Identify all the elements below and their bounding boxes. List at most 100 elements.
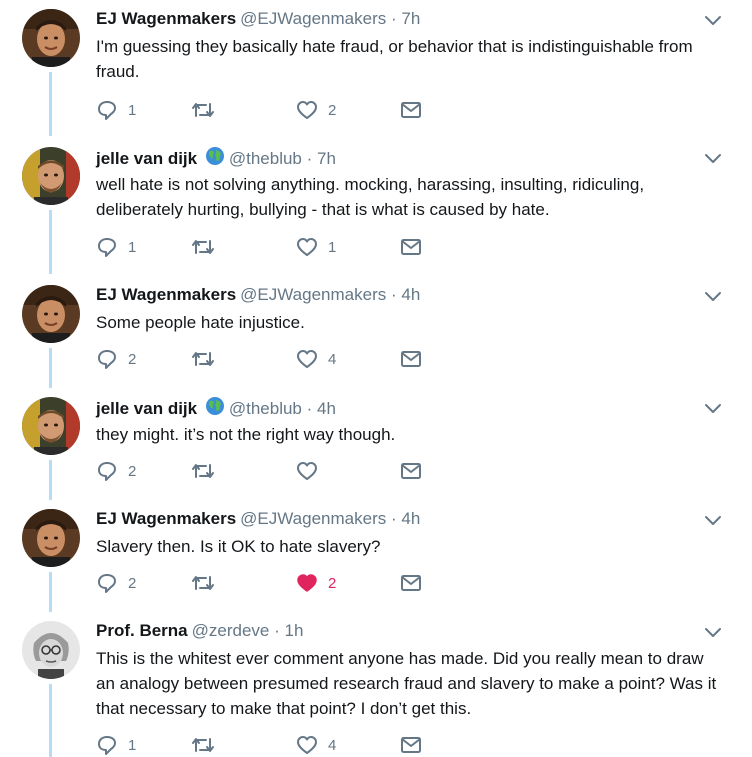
envelope-icon: [401, 463, 421, 479]
thread-connector-line: [49, 72, 52, 136]
timestamp[interactable]: 1h: [285, 621, 304, 640]
tweet-text: I'm guessing they basically hate fraud, …: [96, 37, 693, 81]
like-button[interactable]: 4: [296, 347, 336, 371]
retweet-button[interactable]: [191, 347, 225, 371]
user-handle[interactable]: @EJWagenmakers: [240, 509, 386, 528]
tweet[interactable]: jelle van dijk @theblub · 4h they might.…: [0, 388, 752, 500]
retweet-icon: [192, 240, 214, 254]
tweet-text: they might. it’s not the right way thoug…: [96, 425, 396, 444]
retweet-button[interactable]: [191, 98, 225, 122]
heart-icon: [297, 101, 317, 119]
tweet-header: jelle van dijk @theblub · 4h: [96, 396, 336, 420]
display-name[interactable]: jelle van dijk: [96, 399, 197, 418]
display-name[interactable]: jelle van dijk: [96, 149, 197, 168]
heart-icon: [297, 238, 317, 256]
tweet-header: EJ Wagenmakers @EJWagenmakers · 7h: [96, 8, 420, 30]
user-handle[interactable]: @zerdeve: [192, 621, 270, 640]
retweet-button[interactable]: [191, 733, 225, 757]
chevron-down-icon[interactable]: [703, 626, 723, 640]
user-handle[interactable]: @theblub: [229, 149, 302, 168]
tweet-text: Slavery then. Is it OK to hate slavery?: [96, 537, 381, 556]
avatar[interactable]: [22, 621, 80, 679]
reply-count: 1: [128, 736, 137, 754]
timestamp[interactable]: 7h: [401, 9, 420, 28]
reply-button[interactable]: 1: [96, 733, 136, 757]
direct-message-button[interactable]: [399, 347, 423, 371]
jelle-avatar-image: [22, 147, 80, 205]
ej-avatar-image: [22, 509, 80, 567]
heart-filled-icon: [297, 574, 317, 592]
reply-count: 1: [128, 101, 137, 119]
like-button[interactable]: 1: [296, 235, 336, 259]
avatar[interactable]: [22, 285, 80, 343]
tweet[interactable]: jelle van dijk @theblub · 7h well hate i…: [0, 138, 752, 274]
heart-icon: [297, 736, 317, 754]
separator-dot: ·: [390, 509, 397, 528]
retweet-button[interactable]: [191, 459, 225, 483]
user-handle[interactable]: @EJWagenmakers: [240, 9, 386, 28]
chevron-down-icon[interactable]: [703, 402, 723, 416]
chevron-down-icon[interactable]: [703, 514, 723, 528]
direct-message-button[interactable]: [399, 733, 423, 757]
direct-message-button[interactable]: [399, 98, 423, 122]
timestamp[interactable]: 4h: [401, 509, 420, 528]
retweet-button[interactable]: [191, 571, 225, 595]
like-button[interactable]: 2: [296, 571, 336, 595]
tweet[interactable]: EJ Wagenmakers @EJWagenmakers · 4h Slaver…: [0, 500, 752, 612]
reply-button[interactable]: 2: [96, 571, 136, 595]
envelope-icon: [401, 102, 421, 118]
reply-icon: [98, 350, 116, 369]
user-handle[interactable]: @EJWagenmakers: [240, 285, 386, 304]
timestamp[interactable]: 4h: [401, 285, 420, 304]
tweet[interactable]: EJ Wagenmakers @EJWagenmakers · 7h I'm gu…: [0, 0, 752, 136]
retweet-icon: [192, 464, 214, 478]
separator-dot: ·: [306, 399, 313, 418]
reply-button[interactable]: 1: [96, 98, 136, 122]
separator-dot: ·: [390, 285, 397, 304]
display-name[interactable]: EJ Wagenmakers: [96, 285, 236, 304]
retweet-icon: [192, 738, 214, 752]
user-handle[interactable]: @theblub: [229, 399, 302, 418]
reply-button[interactable]: 2: [96, 347, 136, 371]
tweet-text: Some people hate injustice.: [96, 313, 305, 332]
retweet-button[interactable]: [191, 235, 225, 259]
avatar[interactable]: [22, 9, 80, 67]
tweet[interactable]: EJ Wagenmakers @EJWagenmakers · 4h Some p…: [0, 276, 752, 388]
display-name[interactable]: Prof. Berna: [96, 621, 188, 640]
reply-count: 1: [128, 238, 137, 256]
like-count: 1: [328, 238, 337, 256]
thread-connector-line: [49, 210, 52, 274]
display-name[interactable]: EJ Wagenmakers: [96, 9, 236, 28]
display-name[interactable]: EJ Wagenmakers: [96, 509, 236, 528]
direct-message-button[interactable]: [399, 571, 423, 595]
chevron-down-icon[interactable]: [703, 14, 723, 28]
direct-message-button[interactable]: [399, 235, 423, 259]
timestamp[interactable]: 4h: [317, 399, 336, 418]
direct-message-button[interactable]: [399, 459, 423, 483]
like-button[interactable]: [296, 459, 328, 483]
envelope-icon: [401, 737, 421, 753]
avatar[interactable]: [22, 397, 80, 455]
tweet-header: jelle van dijk @theblub · 7h: [96, 146, 336, 170]
thread-connector-line: [49, 460, 52, 500]
tweet-header: EJ Wagenmakers @EJWagenmakers · 4h: [96, 284, 420, 306]
chevron-down-icon[interactable]: [703, 152, 723, 166]
envelope-icon: [401, 575, 421, 591]
avatar[interactable]: [22, 147, 80, 205]
timestamp[interactable]: 7h: [317, 149, 336, 168]
like-button[interactable]: 4: [296, 733, 336, 757]
reply-button[interactable]: 1: [96, 235, 136, 259]
thread-connector-line: [49, 572, 52, 612]
reply-count: 2: [128, 574, 137, 592]
like-count: 4: [328, 350, 337, 368]
heart-icon: [297, 462, 317, 480]
separator-dot: ·: [390, 9, 397, 28]
chevron-down-icon[interactable]: [703, 290, 723, 304]
reply-count: 2: [128, 462, 137, 480]
avatar[interactable]: [22, 509, 80, 567]
reply-button[interactable]: 2: [96, 459, 136, 483]
like-button[interactable]: 2: [296, 98, 336, 122]
jelle-avatar-image: [22, 397, 80, 455]
tweet-header: Prof. Berna @zerdeve · 1h: [96, 620, 303, 642]
tweet[interactable]: Prof. Berna @zerdeve · 1h This is the whi…: [0, 612, 752, 757]
